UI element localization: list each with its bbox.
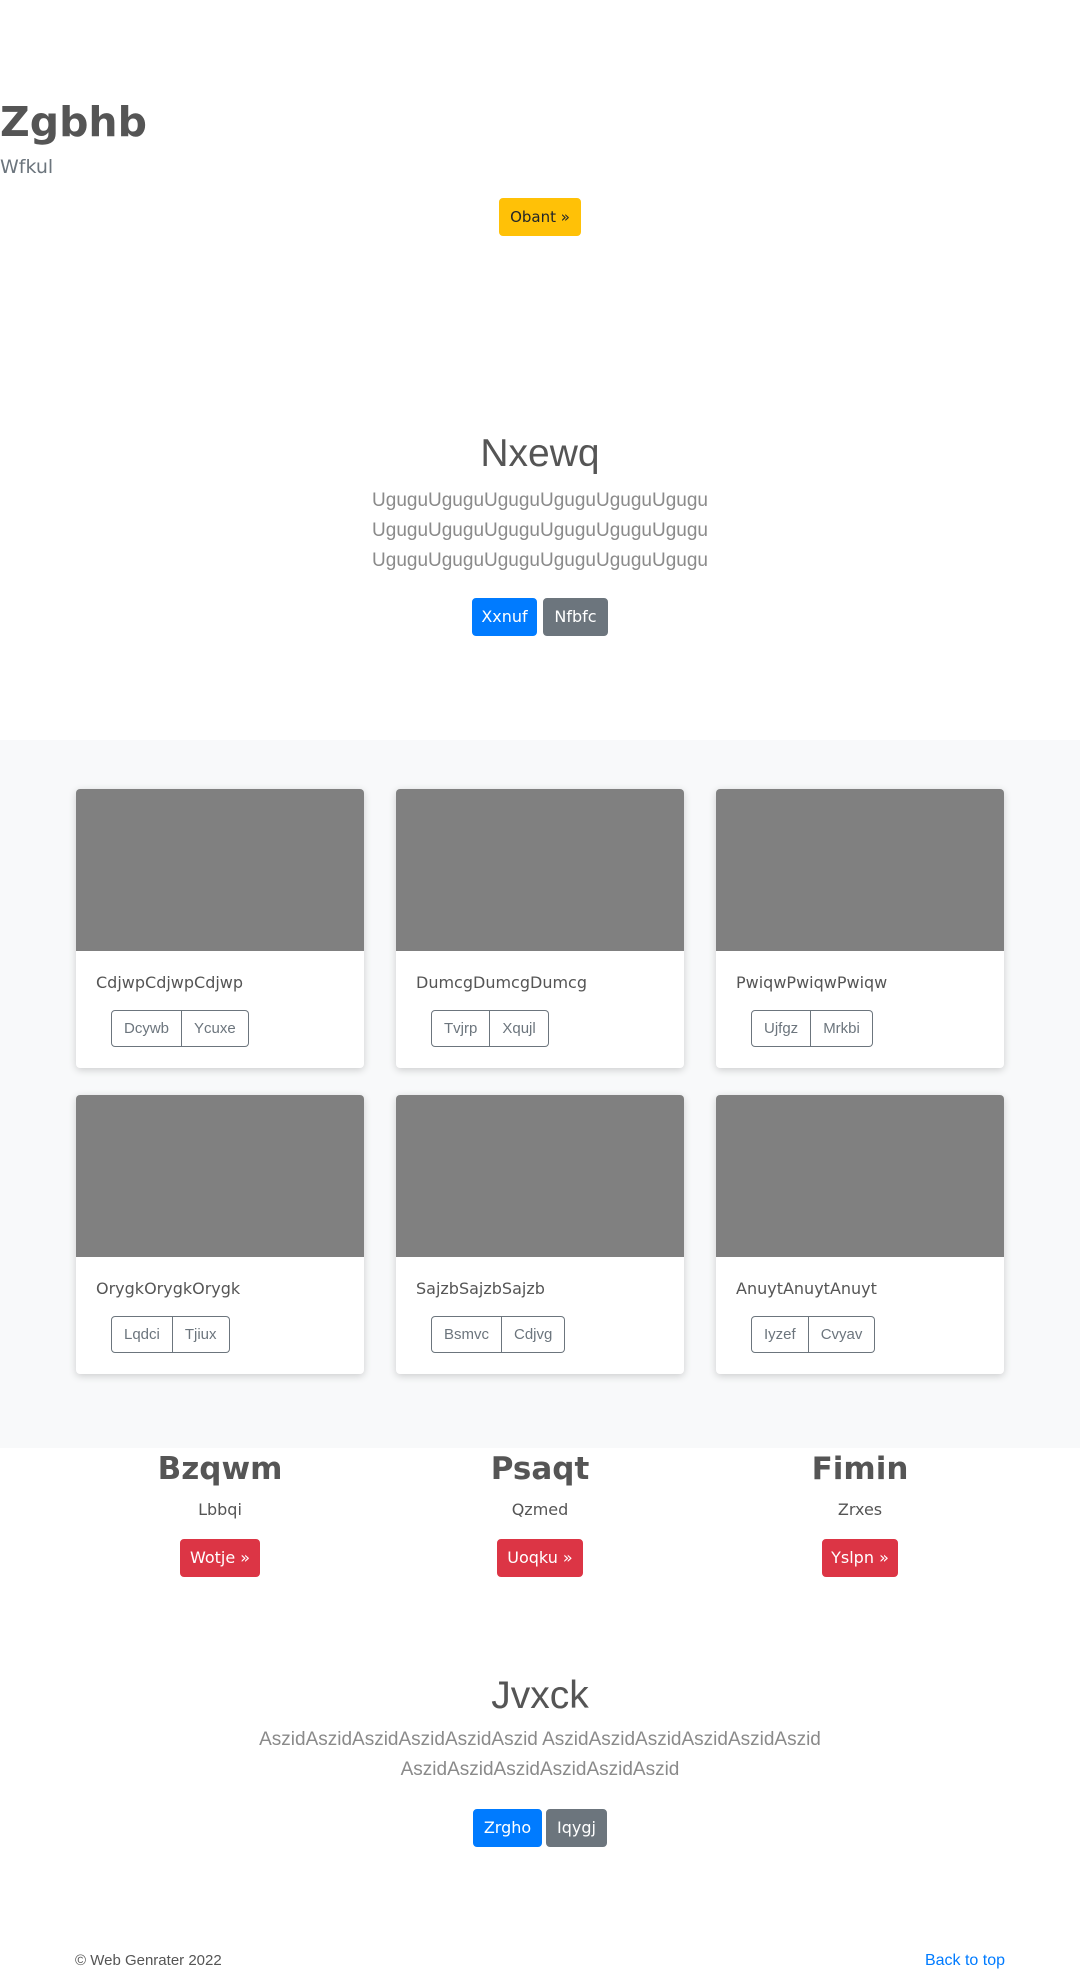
card-image-placeholder: [716, 1095, 1004, 1257]
jumbotron-title: Nxewq: [480, 432, 600, 475]
card-button-group: Tvjrp Xqujl: [431, 1010, 549, 1047]
feature-subtitle: Lbbqi: [198, 1500, 242, 1519]
jumbotron-line: UguguUguguUguguUguguUguguUgugu: [372, 490, 708, 511]
feature-button[interactable]: Yslpn »: [822, 1539, 898, 1577]
card: PwiqwPwiqwPwiqw Ujfgz Mrkbi: [716, 789, 1004, 1068]
card-edit-button[interactable]: Ycuxe: [182, 1010, 249, 1047]
feature-button[interactable]: Uoqku »: [497, 1539, 583, 1577]
card-button-group: Iyzef Cvyav: [751, 1316, 876, 1353]
card: AnuytAnuytAnuyt Iyzef Cvyav: [716, 1095, 1004, 1374]
card-view-button[interactable]: Bsmvc: [431, 1316, 502, 1353]
jumbotron-line: UguguUguguUguguUguguUguguUgugu: [372, 520, 708, 541]
jumbotron-secondary-button[interactable]: Iqygj: [546, 1809, 607, 1847]
card-image-placeholder: [76, 789, 364, 951]
feature-subtitle: Zrxes: [837, 1500, 883, 1519]
card-button-group: Bsmvc Cdjvg: [431, 1316, 566, 1353]
hero-button[interactable]: Obant »: [499, 198, 581, 236]
feature-column: Bzqwm Lbbqi Wotje »: [70, 1447, 370, 1577]
card-view-button[interactable]: Dcywb: [111, 1010, 183, 1047]
card-edit-button[interactable]: Cvyav: [808, 1316, 876, 1353]
card-image-placeholder: [716, 789, 1004, 951]
jumbotron-secondary-button[interactable]: Nfbfc: [543, 598, 608, 636]
album-section: CdjwpCdjwpCdjwp Dcywb Ycuxe DumcgDumcgDu…: [0, 740, 1080, 1448]
card-edit-button[interactable]: Mrkbi: [811, 1010, 873, 1047]
feature-column: Fimin Zrxes Yslpn »: [710, 1447, 1010, 1577]
card-text: AnuytAnuytAnuyt: [736, 1279, 877, 1298]
card-edit-button[interactable]: Cdjvg: [502, 1316, 566, 1353]
page: Zgbhb Wfkul Obant » Nxewq UguguUguguUgug…: [0, 0, 1080, 1974]
feature-subtitle: Qzmed: [511, 1500, 569, 1519]
card-text: SajzbSajzbSajzb: [416, 1279, 545, 1298]
card-text: PwiqwPwiqwPwiqw: [736, 973, 888, 992]
card: SajzbSajzbSajzb Bsmvc Cdjvg: [396, 1095, 684, 1374]
feature-button[interactable]: Wotje »: [180, 1539, 260, 1577]
jumbotron-text: UguguUguguUguguUguguUguguUgugu UguguUgug…: [0, 486, 1080, 576]
card-view-button[interactable]: Ujfgz: [751, 1010, 812, 1047]
card-view-button[interactable]: Lqdci: [111, 1316, 173, 1353]
card-text: DumcgDumcgDumcg: [416, 973, 587, 992]
card-image-placeholder: [396, 1095, 684, 1257]
jumbotron-text: AszidAszidAszidAszidAszidAszid AszidAszi…: [259, 1729, 821, 1780]
card-button-group: Ujfgz Mrkbi: [751, 1010, 873, 1047]
feature-title: Bzqwm: [157, 1451, 283, 1487]
card-view-button[interactable]: Iyzef: [751, 1316, 809, 1353]
card-text: OrygkOrygkOrygk: [96, 1279, 241, 1298]
jumbotron-primary-button[interactable]: Xxnuf: [472, 598, 537, 636]
card-view-button[interactable]: Tvjrp: [431, 1010, 491, 1047]
card-edit-button[interactable]: Tjiux: [172, 1316, 230, 1353]
hero-title: Zgbhb: [0, 98, 147, 146]
jumbotron-title: Jvxck: [491, 1674, 589, 1717]
back-to-top-link[interactable]: Back to top: [925, 1949, 1005, 1973]
feature-title: Psaqt: [490, 1451, 590, 1487]
card-edit-button[interactable]: Xqujl: [490, 1010, 549, 1047]
jumbotron-line: UguguUguguUguguUguguUguguUgugu: [372, 550, 708, 571]
card-image-placeholder: [76, 1095, 364, 1257]
card: DumcgDumcgDumcg Tvjrp Xqujl: [396, 789, 684, 1068]
jumbotron-primary-button[interactable]: Zrgho: [473, 1809, 542, 1847]
hero-subtitle: Wfkul: [0, 156, 54, 178]
card-text: CdjwpCdjwpCdjwp: [96, 973, 244, 992]
feature-title: Fimin: [811, 1451, 909, 1487]
feature-column: Psaqt Qzmed Uoqku »: [390, 1447, 690, 1577]
card-button-group: Lqdci Tjiux: [111, 1316, 230, 1353]
card-image-placeholder: [396, 789, 684, 951]
footer-copyright: © Web Genrater 2022: [75, 1952, 222, 1969]
card-button-group: Dcywb Ycuxe: [111, 1010, 249, 1047]
card: OrygkOrygkOrygk Lqdci Tjiux: [76, 1095, 364, 1374]
card: CdjwpCdjwpCdjwp Dcywb Ycuxe: [76, 789, 364, 1068]
